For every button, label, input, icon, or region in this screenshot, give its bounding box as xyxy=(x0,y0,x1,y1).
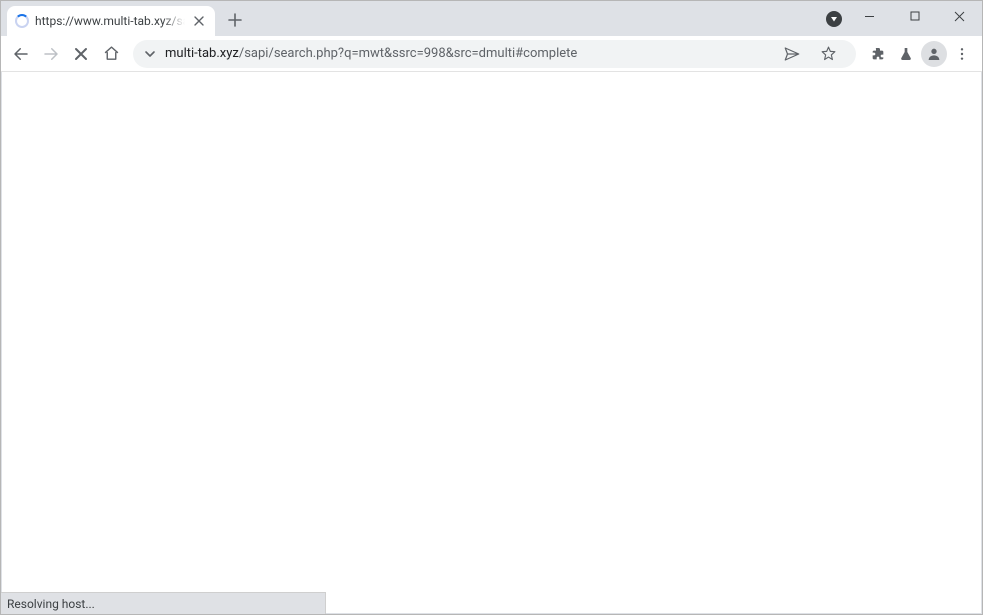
window-controls xyxy=(847,1,982,31)
close-window-button[interactable] xyxy=(937,1,982,31)
minimize-button[interactable] xyxy=(847,1,892,31)
star-icon xyxy=(820,45,837,62)
maximize-button[interactable] xyxy=(892,1,937,31)
tab-title: https://www.multi-tab.xyz/sapi/s xyxy=(35,14,185,28)
new-tab-button[interactable] xyxy=(221,6,249,34)
status-bar: Resolving host... xyxy=(1,592,326,614)
back-button[interactable] xyxy=(7,40,35,68)
arrow-left-icon xyxy=(12,45,30,63)
close-icon xyxy=(194,16,204,26)
site-info-button[interactable] xyxy=(143,48,157,60)
home-icon xyxy=(103,45,120,62)
url-domain: multi-tab.xyz xyxy=(165,46,239,61)
menu-button[interactable] xyxy=(948,40,976,68)
url-path: /sapi/search.php?q=mwt&ssrc=998&src=dmul… xyxy=(239,46,577,61)
toolbar: multi-tab.xyz/sapi/search.php?q=mwt&ssrc… xyxy=(1,36,982,72)
maximize-icon xyxy=(910,11,920,21)
url-text: multi-tab.xyz/sapi/search.php?q=mwt&ssrc… xyxy=(165,46,770,61)
toolbar-right xyxy=(864,40,976,68)
tab-strip: https://www.multi-tab.xyz/sapi/s xyxy=(1,1,982,36)
flask-icon xyxy=(898,46,914,62)
person-icon xyxy=(926,46,942,62)
home-button[interactable] xyxy=(97,40,125,68)
close-icon xyxy=(954,11,965,22)
notification-indicator[interactable] xyxy=(826,11,842,27)
loading-spinner-icon xyxy=(15,14,29,28)
browser-tab[interactable]: https://www.multi-tab.xyz/sapi/s xyxy=(7,6,215,36)
labs-button[interactable] xyxy=(892,40,920,68)
chevron-down-icon xyxy=(144,48,156,60)
puzzle-icon xyxy=(870,46,886,62)
share-button[interactable] xyxy=(778,40,806,68)
close-tab-button[interactable] xyxy=(191,13,207,29)
stop-button[interactable] xyxy=(67,40,95,68)
minimize-icon xyxy=(864,11,875,22)
arrow-right-icon xyxy=(42,45,60,63)
status-text: Resolving host... xyxy=(7,597,95,611)
send-icon xyxy=(783,45,801,63)
triangle-down-icon xyxy=(830,15,838,23)
plus-icon xyxy=(228,13,242,27)
extensions-button[interactable] xyxy=(864,40,892,68)
profile-button[interactable] xyxy=(920,40,948,68)
address-bar[interactable]: multi-tab.xyz/sapi/search.php?q=mwt&ssrc… xyxy=(133,40,856,68)
forward-button[interactable] xyxy=(37,40,65,68)
more-vertical-icon xyxy=(954,46,970,62)
bookmark-button[interactable] xyxy=(814,40,842,68)
close-icon xyxy=(74,47,88,61)
page-content xyxy=(2,72,981,613)
